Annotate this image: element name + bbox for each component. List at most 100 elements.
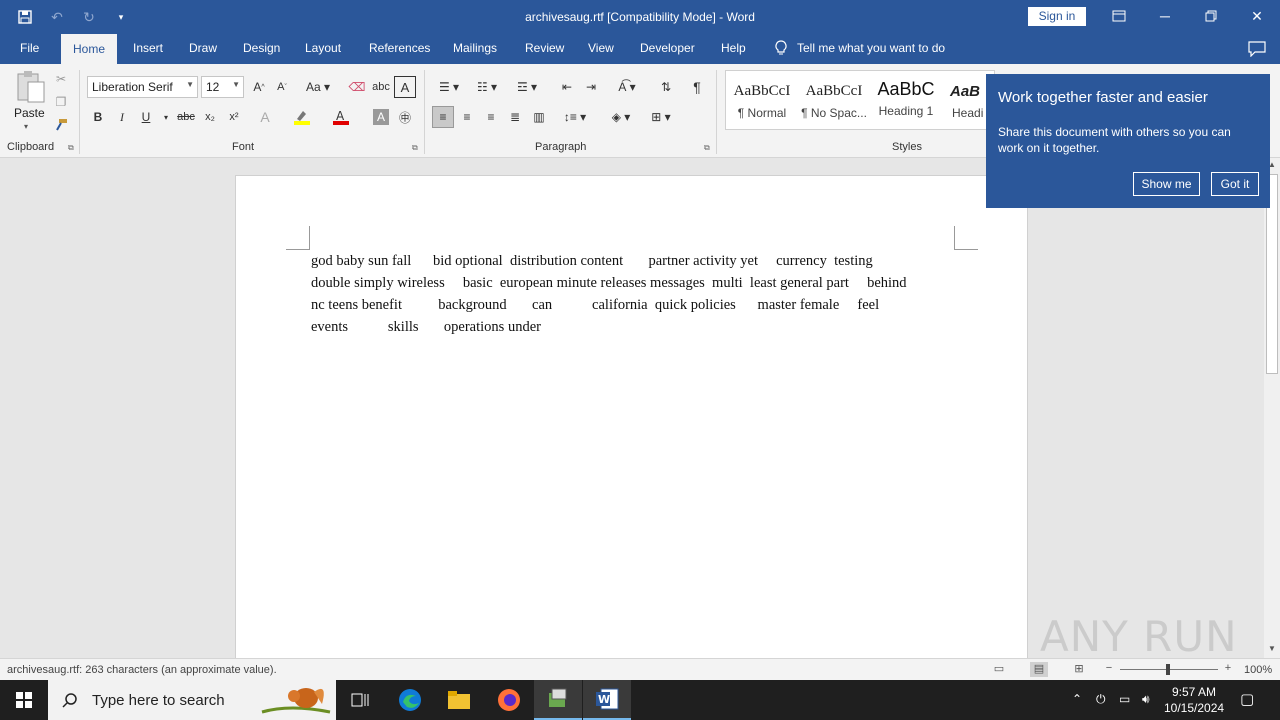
tab-layout[interactable]: Layout <box>305 41 341 55</box>
align-left-icon[interactable]: ≡ <box>432 106 454 128</box>
tab-developer[interactable]: Developer <box>640 41 695 55</box>
distributed-icon[interactable]: ▥ <box>528 106 550 128</box>
shading-icon[interactable]: ◈ ▾ <box>606 106 636 128</box>
zoom-slider-thumb[interactable] <box>1166 664 1170 675</box>
superscript-icon[interactable]: x² <box>223 106 245 128</box>
text-effects-icon[interactable]: A <box>254 106 276 128</box>
tab-design[interactable]: Design <box>243 41 280 55</box>
restore-icon[interactable] <box>1188 0 1234 32</box>
undo-icon[interactable]: ↶ <box>46 6 68 28</box>
chevron-down-icon: ▼ <box>232 80 240 89</box>
tab-home[interactable]: Home <box>61 34 118 64</box>
style-normal[interactable]: AaBbCcI ¶ Normal <box>726 71 798 129</box>
paste-dropdown-icon[interactable]: ▾ <box>24 122 28 131</box>
clipboard-launcher-icon[interactable]: ⧉ <box>68 143 74 153</box>
document-page[interactable]: god baby sun fall bid optional distribut… <box>235 175 1028 658</box>
font-group-label: Font <box>232 141 255 153</box>
italic-icon[interactable]: I <box>111 106 133 128</box>
tab-help[interactable]: Help <box>721 41 746 55</box>
tell-me-box[interactable]: Tell me what you want to do <box>775 40 945 56</box>
phonetic-guide-icon[interactable]: abc <box>370 76 392 98</box>
bullets-icon[interactable]: ☰ ▾ <box>434 76 464 98</box>
read-mode-icon[interactable]: ▭ <box>990 662 1008 677</box>
tab-insert[interactable]: Insert <box>133 41 163 55</box>
character-border-icon[interactable]: A <box>394 76 416 98</box>
decrease-indent-icon[interactable]: ⇤ <box>556 76 578 98</box>
borders-icon[interactable]: ⊞ ▾ <box>646 106 676 128</box>
vertical-scrollbar[interactable]: ▲ ▼ <box>1264 158 1280 658</box>
clear-formatting-icon[interactable]: ⌫ <box>346 76 368 98</box>
justify-icon[interactable]: ≣ <box>504 106 526 128</box>
increase-indent-icon[interactable]: ⇥ <box>580 76 602 98</box>
redo-icon[interactable]: ↻ <box>78 6 100 28</box>
customize-qat-icon[interactable]: ▾ <box>110 6 132 28</box>
network-icon[interactable]: ▭ <box>1119 692 1130 706</box>
cut-icon[interactable]: ✂ <box>50 68 72 90</box>
tab-draw[interactable]: Draw <box>189 41 217 55</box>
line-spacing-icon[interactable]: ↕≡ ▾ <box>560 106 590 128</box>
format-painter-icon[interactable] <box>50 114 72 136</box>
device-icon[interactable]: ⏻ <box>1096 692 1106 707</box>
bold-icon[interactable]: B <box>87 106 109 128</box>
character-shading-icon[interactable]: A <box>373 109 389 125</box>
underline-dropdown-icon[interactable]: ▾ <box>155 106 177 128</box>
paste-icon[interactable] <box>14 70 46 106</box>
file-explorer-icon[interactable] <box>435 680 483 720</box>
style-no-spacing[interactable]: AaBbCcI ¶ No Spac... <box>798 71 870 129</box>
sign-in-button[interactable]: Sign in <box>1028 7 1086 26</box>
enclose-characters-icon[interactable]: ㊥ <box>394 106 416 128</box>
align-right-icon[interactable]: ≡ <box>480 106 502 128</box>
start-button[interactable] <box>0 680 48 720</box>
style-heading-1[interactable]: AaBbC Heading 1 <box>870 71 942 129</box>
task-view-icon[interactable] <box>336 680 384 720</box>
font-name-combo[interactable]: Liberation Serif ▼ <box>87 76 198 98</box>
web-layout-icon[interactable]: ⊞ <box>1070 662 1088 677</box>
tab-file[interactable]: File <box>20 41 39 55</box>
clock[interactable]: 9:57 AM 10/15/2024 <box>1164 684 1224 716</box>
show-me-button[interactable]: Show me <box>1133 172 1200 196</box>
underline-icon[interactable]: U <box>135 106 157 128</box>
change-case-icon[interactable]: Aa ▾ <box>302 76 334 98</box>
show-hidden-icons-icon[interactable]: ⌃ <box>1072 692 1082 706</box>
got-it-button[interactable]: Got it <box>1211 172 1259 196</box>
taskbar-search[interactable]: Type here to search <box>48 680 336 720</box>
font-color-icon[interactable]: A <box>330 106 352 128</box>
grow-font-icon[interactable]: A ^ <box>248 76 270 98</box>
installer-app-icon[interactable] <box>534 680 582 720</box>
firefox-icon[interactable] <box>485 680 533 720</box>
tab-references[interactable]: References <box>369 41 430 55</box>
font-launcher-icon[interactable]: ⧉ <box>412 143 418 153</box>
tab-mailings[interactable]: Mailings <box>453 41 497 55</box>
edge-icon[interactable] <box>386 680 434 720</box>
tab-view[interactable]: View <box>588 41 614 55</box>
highlight-color-icon[interactable] <box>291 106 313 128</box>
multilevel-list-icon[interactable]: ☲ ▾ <box>512 76 542 98</box>
document-body-text[interactable]: god baby sun fall bid optional distribut… <box>311 250 956 338</box>
shrink-font-icon[interactable]: Aˇ <box>271 76 293 98</box>
font-size-combo[interactable]: 12 ▼ <box>201 76 244 98</box>
scroll-down-icon[interactable]: ▼ <box>1266 644 1278 656</box>
numbering-icon[interactable]: ☷ ▾ <box>472 76 502 98</box>
save-icon[interactable] <box>14 6 36 28</box>
notifications-icon[interactable]: ▢ <box>1240 690 1254 708</box>
word-icon[interactable]: W <box>583 680 631 720</box>
asian-layout-icon[interactable]: A͡ ▾ <box>612 76 642 98</box>
subscript-icon[interactable]: x₂ <box>199 106 221 128</box>
minimize-icon[interactable]: ─ <box>1142 0 1188 32</box>
sort-icon[interactable]: ⇅ <box>655 76 677 98</box>
zoom-level[interactable]: 100% <box>1244 664 1272 676</box>
zoom-in-icon[interactable]: + <box>1219 662 1237 677</box>
ribbon-display-options-icon[interactable] <box>1096 0 1142 32</box>
print-layout-icon[interactable]: ▤ <box>1030 662 1048 677</box>
show-formatting-icon[interactable]: ¶ <box>686 76 708 98</box>
strikethrough-icon[interactable]: abc <box>175 106 197 128</box>
zoom-out-icon[interactable]: − <box>1100 662 1118 677</box>
close-icon[interactable]: ✕ <box>1234 0 1280 32</box>
tab-review[interactable]: Review <box>525 41 564 55</box>
volume-icon[interactable]: 🔊︎ <box>1142 692 1150 707</box>
paragraph-launcher-icon[interactable]: ⧉ <box>704 143 710 153</box>
center-icon[interactable]: ≡ <box>456 106 478 128</box>
comments-icon[interactable] <box>1248 41 1266 60</box>
paste-label[interactable]: Paste <box>14 106 45 120</box>
copy-icon[interactable]: ❐ <box>50 91 72 113</box>
